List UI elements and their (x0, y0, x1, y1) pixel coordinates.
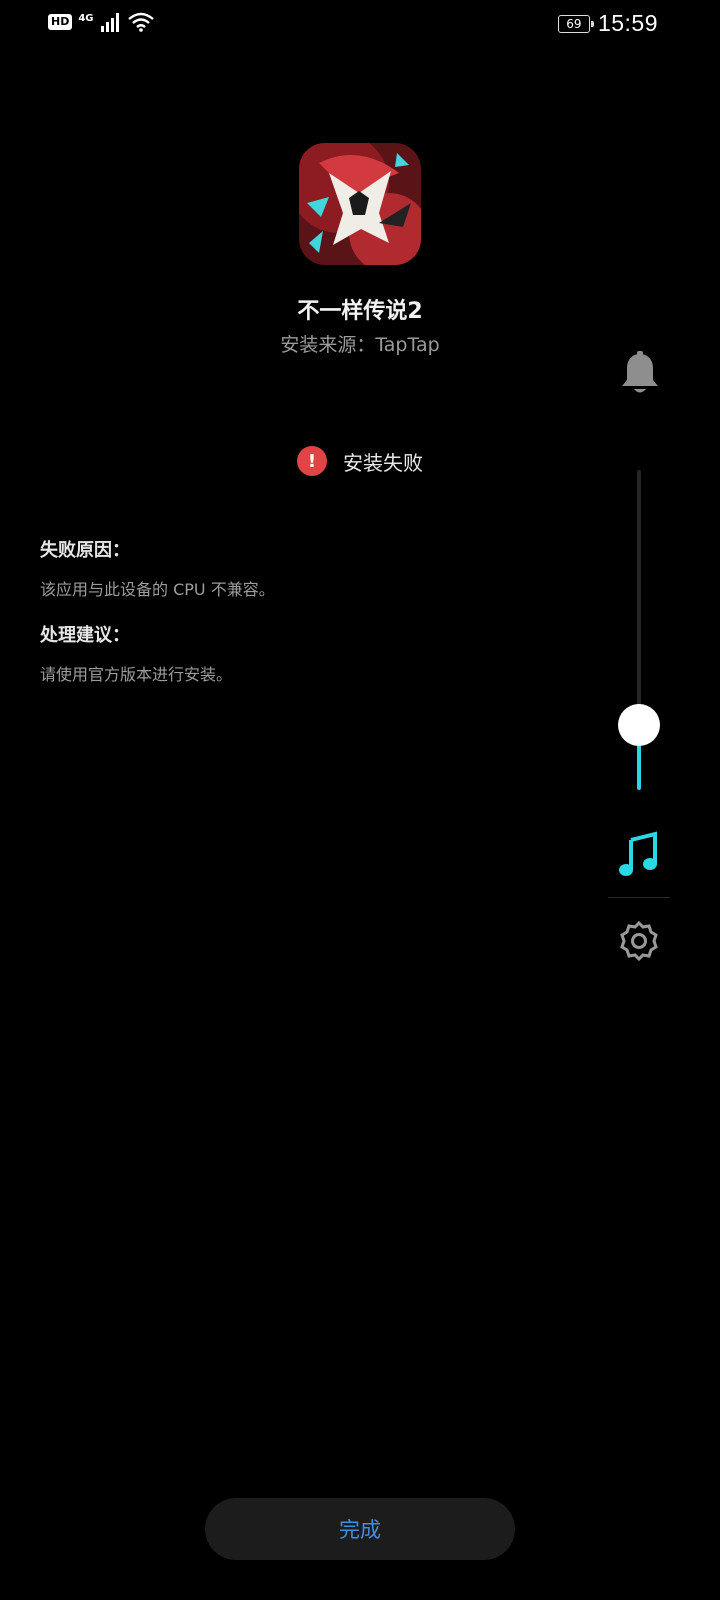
suggestion-body: 请使用官方版本进行安装。 (40, 665, 233, 684)
clock: 15:59 (597, 10, 658, 36)
volume-panel-divider (608, 897, 670, 898)
gear-icon[interactable] (618, 920, 660, 962)
install-status: ! 安装失败 (297, 446, 423, 476)
app-name: 不一样传说2 (297, 299, 423, 324)
signal-icon (100, 13, 119, 32)
wifi-icon (127, 12, 154, 32)
volume-slider-thumb[interactable] (618, 704, 660, 746)
music-note-icon[interactable] (617, 830, 661, 878)
hd-badge: HD (48, 14, 73, 30)
network-type-label: 4G (78, 13, 94, 24)
suggestion-title: 处理建议： (40, 625, 130, 646)
error-icon: ! (297, 446, 327, 476)
install-source: 安装来源：TapTap (280, 334, 440, 356)
bell-icon[interactable] (618, 350, 662, 398)
battery-icon: 69 (557, 14, 594, 33)
status-bar-right: 69 15:59 (557, 10, 658, 37)
app-icon (299, 143, 421, 265)
done-button[interactable]: 完成 (205, 1498, 515, 1560)
battery-level: 69 (566, 16, 582, 31)
install-status-text: 安装失败 (343, 450, 423, 475)
status-bar-left: HD 4G (48, 12, 154, 32)
failure-reason-title: 失败原因： (40, 540, 130, 561)
failure-reason-body: 该应用与此设备的 CPU 不兼容。 (40, 580, 275, 599)
suggestion-section: 处理建议： 请使用官方版本进行安装。 (40, 621, 232, 685)
status-bar: HD 4G 69 15:59 (0, 0, 720, 48)
failure-reason-section: 失败原因： 该应用与此设备的 CPU 不兼容。 (40, 536, 275, 600)
